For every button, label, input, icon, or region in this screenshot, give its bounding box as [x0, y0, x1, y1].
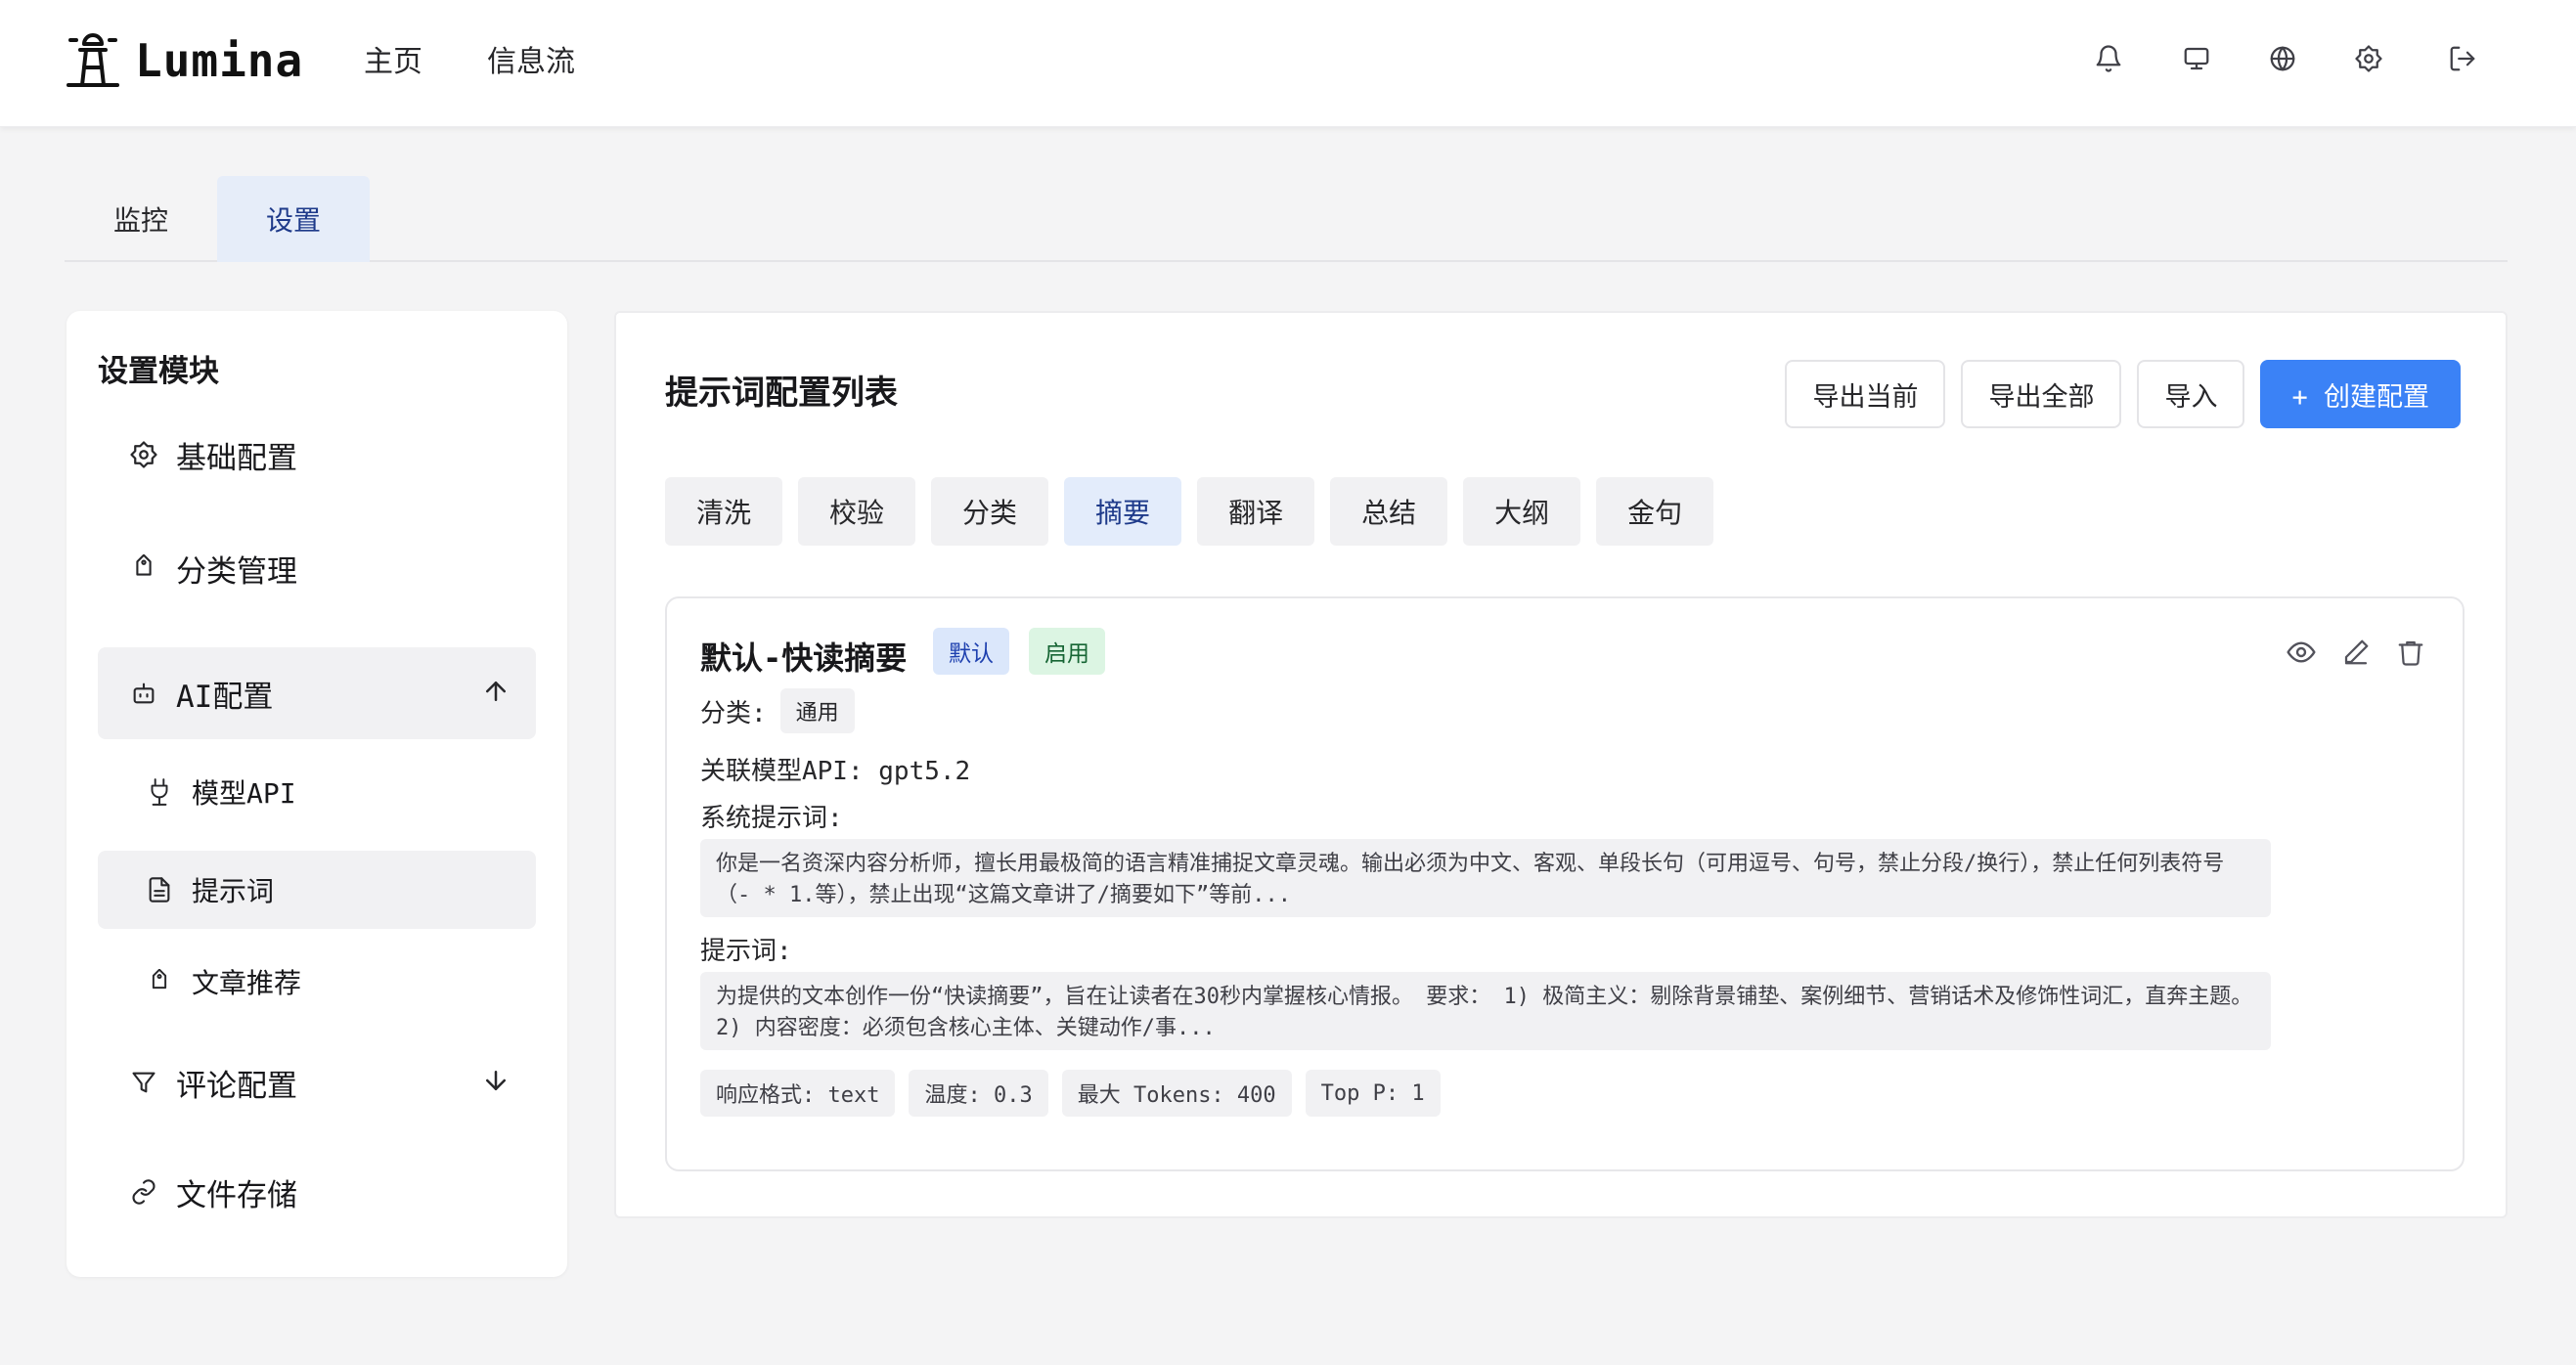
prompt-config-panel: 提示词配置列表 导出当前 导出全部 导入 + 创建配置 清洗 校验 分类 摘要 …: [614, 311, 2508, 1218]
monitor-icon[interactable]: [2177, 39, 2216, 78]
lighthouse-logo-icon: [65, 30, 121, 91]
settings-icon: [127, 438, 160, 471]
logout-icon[interactable]: [2443, 39, 2482, 78]
max-tokens-tag: 最大 Tokens: 400: [1061, 1070, 1292, 1117]
chevron-up-icon[interactable]: [481, 677, 511, 706]
sidebar-item-label: 评论配置: [176, 1068, 297, 1104]
temperature-tag: 温度: 0.3: [909, 1070, 1048, 1117]
bot-icon: [127, 677, 160, 710]
prompt-label: 提示词:: [700, 937, 792, 966]
config-title: 默认-快读摘要: [700, 639, 908, 677]
brand[interactable]: Lumina: [65, 29, 303, 92]
settings-sidebar: 设置模块 基础配置 分类管理 AI配置 模型API 提示词 文章推荐 评论配置 …: [67, 311, 567, 1277]
page-tabs: 监控 设置: [65, 176, 2508, 262]
sidebar-item-label: 提示词: [192, 875, 275, 907]
response-format-tag: 响应格式: text: [700, 1070, 896, 1117]
app-name: Lumina: [135, 34, 304, 87]
trash-icon[interactable]: [2394, 636, 2427, 669]
import-button[interactable]: 导入: [2137, 360, 2245, 428]
sidebar-item-label: 模型API: [192, 777, 296, 810]
header-actions: [2089, 39, 2482, 78]
sidebar-item-label: 基础配置: [176, 440, 297, 476]
prompt-config-card: 默认-快读摘要 默认 启用 分类: 通用 关联模型API: gpt5.2 系统提…: [665, 596, 2465, 1171]
sidebar-item-ai-config[interactable]: AI配置: [98, 647, 536, 739]
enabled-badge: 启用: [1029, 628, 1105, 675]
toolbar: 导出当前 导出全部 导入 + 创建配置: [1785, 360, 2461, 428]
tab-monitor[interactable]: 监控: [65, 176, 217, 262]
sidebar-item-article-recommend[interactable]: 文章推荐: [98, 943, 536, 1021]
sidebar-item-label: 分类管理: [176, 553, 297, 590]
sidebar-item-label: 文件存储: [176, 1177, 297, 1213]
create-config-button[interactable]: + 创建配置: [2260, 360, 2461, 428]
category-tag: 通用: [779, 688, 855, 733]
model-api-line: 关联模型API: gpt5.2: [700, 757, 971, 786]
tag-icon: [145, 967, 174, 996]
category-chip-clean[interactable]: 清洗: [665, 477, 783, 546]
card-actions: [2285, 636, 2427, 669]
category-chip-classify[interactable]: 分类: [931, 477, 1049, 546]
settings-icon[interactable]: [2349, 39, 2388, 78]
sidebar-item-comment-config[interactable]: 评论配置: [98, 1036, 536, 1128]
plug-icon: [145, 777, 174, 807]
sidebar-item-model-api[interactable]: 模型API: [98, 753, 536, 831]
bell-icon[interactable]: [2089, 39, 2128, 78]
filter-icon: [127, 1066, 160, 1099]
nav-feed-link[interactable]: 信息流: [487, 37, 575, 80]
export-all-button[interactable]: 导出全部: [1961, 360, 2122, 428]
system-prompt-label: 系统提示词:: [700, 804, 843, 833]
eye-icon[interactable]: [2285, 636, 2318, 669]
edit-icon[interactable]: [2339, 636, 2373, 669]
sidebar-item-label: AI配置: [176, 679, 274, 715]
link-icon: [127, 1175, 160, 1209]
export-current-button[interactable]: 导出当前: [1785, 360, 1946, 428]
sidebar-item-label: 文章推荐: [192, 967, 302, 999]
globe-icon[interactable]: [2263, 39, 2302, 78]
sidebar-item-category-management[interactable]: 分类管理: [98, 522, 536, 614]
category-label: 分类:: [700, 698, 767, 728]
sidebar-item-basic-config[interactable]: 基础配置: [98, 409, 536, 501]
category-chip-verify[interactable]: 校验: [798, 477, 916, 546]
category-chip-outline[interactable]: 大纲: [1463, 477, 1581, 546]
param-tags: 响应格式: text 温度: 0.3 最大 Tokens: 400 Top P:…: [700, 1070, 1441, 1117]
tab-settings[interactable]: 设置: [217, 176, 371, 262]
top-navbar: Lumina 主页 信息流: [0, 0, 2576, 127]
system-prompt-preview: 你是一名资深内容分析师，擅长用最极简的语言精准捕捉文章灵魂。输出必须为中文、客观…: [700, 839, 2271, 917]
category-chip-translate[interactable]: 翻译: [1197, 477, 1315, 546]
category-chip-quotes[interactable]: 金句: [1596, 477, 1714, 546]
category-chip-conclusion[interactable]: 总结: [1330, 477, 1448, 546]
nav-home-link[interactable]: 主页: [364, 37, 422, 80]
tag-icon: [127, 551, 160, 585]
prompt-preview: 为提供的文本创作一份“快读摘要”，旨在让读者在30秒内掌握核心情报。 要求： 1…: [700, 972, 2271, 1050]
main-nav: 主页 信息流: [364, 37, 575, 80]
chevron-down-icon[interactable]: [481, 1066, 511, 1095]
default-badge: 默认: [933, 628, 1009, 675]
file-text-icon: [145, 875, 174, 904]
page-title: 提示词配置列表: [665, 374, 898, 413]
category-row: 分类: 通用: [700, 688, 855, 733]
sidebar-title: 设置模块: [98, 354, 219, 389]
sidebar-item-file-storage[interactable]: 文件存储: [98, 1146, 536, 1238]
sidebar-item-prompts[interactable]: 提示词: [98, 851, 536, 929]
prompt-category-filters: 清洗 校验 分类 摘要 翻译 总结 大纲 金句: [665, 477, 1714, 546]
top-p-tag: Top P: 1: [1305, 1070, 1441, 1117]
category-chip-summary[interactable]: 摘要: [1064, 477, 1182, 546]
